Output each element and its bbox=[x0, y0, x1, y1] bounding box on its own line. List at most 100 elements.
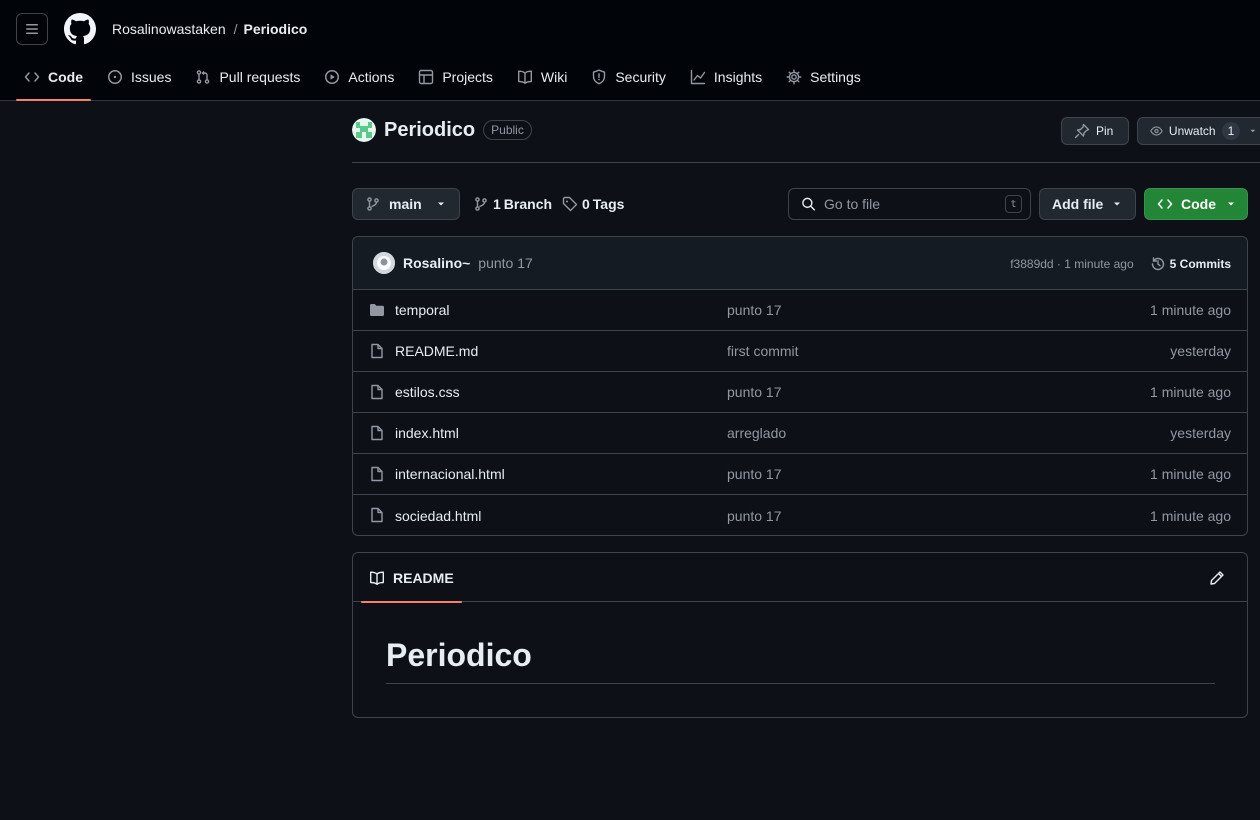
file-name[interactable]: README.md bbox=[395, 343, 478, 359]
tags-label: Tags bbox=[592, 196, 625, 212]
file-icon bbox=[371, 507, 383, 523]
breadcrumb: Rosalinowastaken / Periodico bbox=[112, 19, 307, 39]
file-date: 1 minute ago bbox=[1150, 302, 1231, 318]
chevron-down-icon bbox=[1228, 202, 1234, 206]
tab-security[interactable]: Security bbox=[583, 60, 674, 93]
title-divider bbox=[352, 162, 1260, 163]
file-row[interactable]: README.md first commit yesterday bbox=[353, 331, 1247, 372]
repo-nav: Code Issues Pull requests Actions Projec… bbox=[16, 60, 877, 101]
tab-actions[interactable]: Actions bbox=[316, 60, 402, 93]
tab-pull-requests[interactable]: Pull requests bbox=[187, 60, 308, 93]
tab-settings[interactable]: Settings bbox=[778, 60, 869, 93]
commit-sha-time[interactable]: f3889dd · 1 minute ago bbox=[1010, 257, 1133, 271]
file-name[interactable]: estilos.css bbox=[395, 384, 460, 400]
tab-security-label: Security bbox=[615, 68, 666, 85]
readme-header: README bbox=[353, 553, 1247, 603]
file-date: yesterday bbox=[1170, 343, 1231, 359]
file-row[interactable]: temporal punto 17 1 minute ago bbox=[353, 290, 1247, 331]
branch-name: main bbox=[389, 196, 422, 212]
history-icon bbox=[1151, 256, 1164, 270]
repo-link[interactable]: Periodico bbox=[244, 21, 308, 37]
commit-author[interactable]: Rosalino~ bbox=[403, 255, 470, 271]
shield-icon bbox=[593, 69, 606, 84]
file-icon bbox=[371, 384, 383, 400]
file-commit-message[interactable]: punto 17 bbox=[727, 302, 782, 318]
author-avatar[interactable] bbox=[373, 252, 395, 274]
branches-label: Branch bbox=[503, 196, 553, 212]
branches-link[interactable]: 1 Branch bbox=[473, 188, 552, 220]
menu-button[interactable] bbox=[16, 13, 48, 45]
file-icon bbox=[371, 466, 383, 482]
repo-name[interactable]: Periodico bbox=[384, 119, 475, 142]
tab-pull-requests-label: Pull requests bbox=[219, 68, 301, 85]
file-icon bbox=[371, 343, 383, 359]
add-file-label: Add file bbox=[1052, 196, 1104, 212]
file-date: 1 minute ago bbox=[1150, 507, 1231, 524]
tab-code-label: Code bbox=[48, 68, 83, 85]
readme-tab[interactable]: README bbox=[361, 553, 462, 603]
commits-label: 5 Commits bbox=[1169, 256, 1231, 271]
github-logo-icon[interactable] bbox=[64, 13, 96, 45]
file-date: 1 minute ago bbox=[1150, 466, 1231, 482]
branch-selector[interactable]: main bbox=[352, 188, 460, 220]
go-to-file-input[interactable] bbox=[824, 196, 1005, 212]
file-date: yesterday bbox=[1170, 425, 1231, 441]
file-row[interactable]: sociedad.html punto 17 1 minute ago bbox=[353, 495, 1247, 535]
visibility-badge: Public bbox=[483, 120, 532, 140]
file-row[interactable]: internacional.html punto 17 1 minute ago bbox=[353, 454, 1247, 495]
branch-icon bbox=[367, 197, 379, 211]
readme-tab-label: README bbox=[393, 569, 454, 586]
code-icon bbox=[24, 71, 40, 82]
file-name[interactable]: sociedad.html bbox=[395, 508, 481, 524]
file-name[interactable]: index.html bbox=[395, 425, 459, 441]
file-commit-message[interactable]: punto 17 bbox=[727, 508, 782, 524]
graph-icon bbox=[690, 69, 706, 84]
pin-button[interactable]: Pin bbox=[1061, 117, 1129, 145]
commit-message[interactable]: punto 17 bbox=[478, 255, 533, 271]
tags-link[interactable]: 0 Tags bbox=[562, 188, 624, 220]
code-icon bbox=[1157, 199, 1173, 209]
file-row[interactable]: index.html arreglado yesterday bbox=[353, 413, 1247, 454]
go-to-file: t bbox=[788, 188, 1031, 220]
hamburger-icon bbox=[26, 24, 38, 34]
file-commit-message[interactable]: first commit bbox=[727, 343, 799, 359]
branch-icon bbox=[475, 197, 487, 211]
tab-actions-label: Actions bbox=[348, 68, 395, 85]
tab-projects[interactable]: Projects bbox=[410, 60, 501, 93]
readme-panel: README Periodico bbox=[352, 552, 1248, 718]
chevron-down-icon bbox=[1114, 202, 1120, 206]
owner-link[interactable]: Rosalinowastaken bbox=[112, 21, 226, 37]
edit-readme-button[interactable] bbox=[1205, 566, 1229, 590]
pin-icon bbox=[1074, 123, 1090, 139]
eye-icon bbox=[1150, 126, 1163, 136]
add-file-button[interactable]: Add file bbox=[1039, 188, 1136, 220]
book-icon bbox=[370, 571, 384, 585]
tag-icon bbox=[562, 196, 578, 212]
tab-code[interactable]: Code bbox=[16, 60, 91, 101]
file-commit-message[interactable]: punto 17 bbox=[727, 466, 782, 482]
pin-label: Pin bbox=[1096, 124, 1114, 138]
repo-avatar[interactable] bbox=[352, 118, 376, 142]
unwatch-button[interactable]: Unwatch 1 bbox=[1137, 117, 1260, 145]
tab-settings-label: Settings bbox=[810, 68, 861, 85]
tab-issues[interactable]: Issues bbox=[99, 60, 179, 93]
pull-request-icon bbox=[197, 69, 210, 84]
readme-heading: Periodico bbox=[386, 635, 1215, 684]
chevron-down-icon bbox=[438, 202, 444, 206]
tab-wiki[interactable]: Wiki bbox=[509, 60, 575, 93]
code-button[interactable]: Code bbox=[1144, 188, 1248, 220]
file-commit-message[interactable]: arreglado bbox=[727, 425, 786, 441]
file-row[interactable]: estilos.css punto 17 1 minute ago bbox=[353, 372, 1247, 413]
tab-insights-label: Insights bbox=[713, 68, 763, 85]
commits-link[interactable]: 5 Commits bbox=[1150, 256, 1231, 272]
file-name[interactable]: internacional.html bbox=[395, 466, 505, 482]
file-name[interactable]: temporal bbox=[395, 302, 449, 318]
tab-issues-label: Issues bbox=[131, 68, 172, 85]
folder-icon bbox=[370, 304, 384, 316]
file-commit-message[interactable]: punto 17 bbox=[727, 384, 782, 400]
chevron-down-icon bbox=[1250, 129, 1256, 133]
issue-icon bbox=[108, 69, 122, 84]
breadcrumb-separator: / bbox=[233, 21, 238, 37]
watch-counter: 1 bbox=[1221, 122, 1241, 140]
tab-insights[interactable]: Insights bbox=[682, 60, 770, 93]
